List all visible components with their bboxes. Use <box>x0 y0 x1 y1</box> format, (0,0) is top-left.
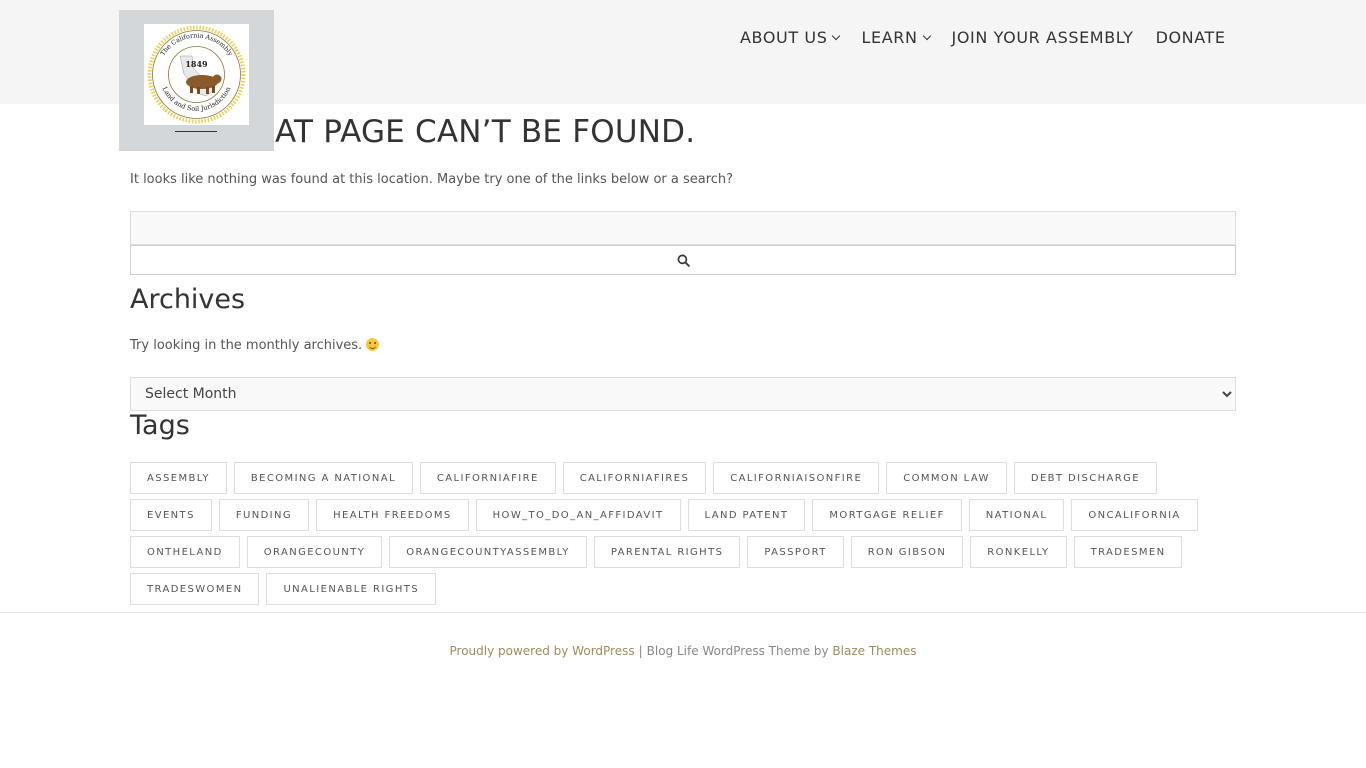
tag-link[interactable]: DEBT DISCHARGE <box>1013 462 1157 494</box>
search-icon <box>677 254 690 267</box>
nav-label: JOIN YOUR ASSEMBLY <box>951 28 1134 47</box>
archive-month-select[interactable]: Select Month <box>130 377 1236 411</box>
page-title: AT PAGE CAN’T BE FOUND. <box>275 114 696 150</box>
wordpress-link[interactable]: Proudly powered by WordPress <box>450 644 635 658</box>
search-input[interactable] <box>130 211 1236 245</box>
bear-leg <box>190 86 193 93</box>
archives-heading: Archives <box>130 284 246 315</box>
not-found-message: It looks like nothing was found at this … <box>130 172 734 187</box>
footer-divider <box>0 612 1366 613</box>
nav-item-join-your-assembly[interactable]: JOIN YOUR ASSEMBLY <box>952 28 1134 47</box>
tag-link[interactable]: CALIFORNIAFIRES <box>562 462 707 494</box>
tag-link[interactable]: ASSEMBLY <box>130 462 227 494</box>
main-nav: ABOUT US LEARN JOIN YOUR ASSEMBLY DONATE <box>740 28 1226 47</box>
bear-leg <box>206 87 209 94</box>
tag-link[interactable]: CALIFORNIAISONFIRE <box>713 462 880 494</box>
seal-icon: 1849 The California Assembly Land and So… <box>147 25 246 124</box>
footer-separator: | <box>638 644 643 658</box>
nav-item-donate[interactable]: DONATE <box>1156 28 1226 47</box>
tag-link[interactable]: EVENTS <box>130 499 212 531</box>
tag-link[interactable]: COMMON LAW <box>886 462 1007 494</box>
tag-link[interactable]: ONTHELAND <box>130 536 240 568</box>
tag-link[interactable]: UNALIENABLE RIGHTS <box>266 573 437 605</box>
nav-label: DONATE <box>1155 28 1226 47</box>
tag-link[interactable]: TRADESMEN <box>1073 536 1183 568</box>
tag-link[interactable]: LAND PATENT <box>687 499 806 531</box>
tag-link[interactable]: CALIFORNIAFIRE <box>419 462 556 494</box>
search-button[interactable] <box>130 245 1236 275</box>
assembly-seal-logo: 1849 The California Assembly Land and So… <box>144 24 249 125</box>
slightly-smiling-face-icon <box>366 338 380 351</box>
chevron-down-icon <box>922 31 931 40</box>
tag-link[interactable]: TRADESWOMEN <box>130 573 260 605</box>
tag-link[interactable]: ONCALIFORNIA <box>1071 499 1198 531</box>
tag-link[interactable]: RON GIBSON <box>850 536 964 568</box>
nav-label: ABOUT US <box>740 28 828 47</box>
tag-link[interactable]: MORTGAGE RELIEF <box>812 499 962 531</box>
bear-leg <box>212 86 215 93</box>
tag-cloud: ASSEMBLY BECOMING A NATIONAL CALIFORNIAFIR… <box>130 462 1240 610</box>
chevron-down-icon <box>832 31 841 40</box>
tags-heading: Tags <box>130 410 190 441</box>
archives-text-label: Try looking in the monthly archives. <box>130 338 363 353</box>
site-logo-link[interactable]: 1849 The California Assembly Land and So… <box>119 10 274 151</box>
blaze-themes-link[interactable]: Blaze Themes <box>832 644 916 658</box>
tag-link[interactable]: HEALTH FREEDOMS <box>316 499 469 531</box>
tag-link[interactable]: HOW_TO_DO_AN_AFFIDAVIT <box>475 499 681 531</box>
tag-link[interactable]: PARENTAL RIGHTS <box>593 536 741 568</box>
tag-link[interactable]: BECOMING A NATIONAL <box>233 462 413 494</box>
nav-item-about-us[interactable]: ABOUT US <box>740 28 841 47</box>
bear-leg <box>197 87 200 94</box>
archives-text: Try looking in the monthly archives. <box>130 338 380 353</box>
tag-link[interactable]: PASSPORT <box>747 536 844 568</box>
tag-link[interactable]: RONKELLY <box>970 536 1067 568</box>
tag-link[interactable]: ORANGECOUNTYASSEMBLY <box>389 536 587 568</box>
theme-credit-text: Blog Life WordPress Theme by <box>646 644 833 658</box>
tag-link[interactable]: NATIONAL <box>968 499 1065 531</box>
nav-label: LEARN <box>861 28 918 47</box>
seal-year: 1849 <box>185 59 208 69</box>
site-footer: Proudly powered by WordPress | Blog Life W… <box>0 644 1366 658</box>
bear-head <box>212 74 222 84</box>
tag-link[interactable]: FUNDING <box>218 499 310 531</box>
tag-link[interactable]: ORANGECOUNTY <box>246 536 383 568</box>
nav-item-learn[interactable]: LEARN <box>861 28 931 47</box>
logo-underline <box>175 131 217 132</box>
